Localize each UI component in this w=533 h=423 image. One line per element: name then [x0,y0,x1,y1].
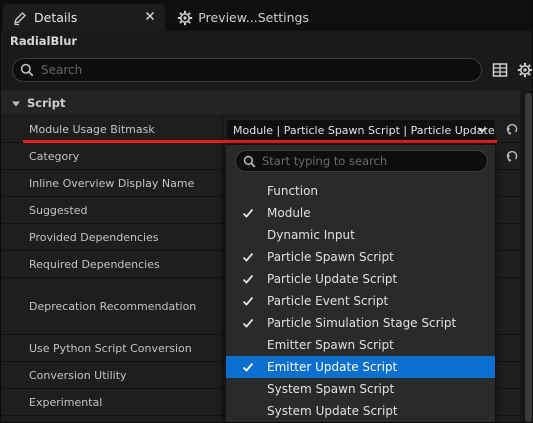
column-divider[interactable] [222,278,223,334]
column-divider[interactable] [222,224,223,250]
dropdown-item-particle-update-script[interactable]: Particle Update Script [226,268,495,290]
property-name: Inline Overview Display Name [29,176,195,190]
search-icon [19,62,35,78]
dropdown-search-input[interactable] [262,154,482,168]
chevron-down-icon [477,125,487,135]
tab-details[interactable]: Details [3,4,165,31]
tab-label: Preview...Settings [198,10,309,25]
property-name: Provided Dependencies [29,230,159,244]
dropdown-item-function[interactable]: Function [226,180,495,202]
checkmark-icon [242,207,254,219]
dropdown-item-label: System Update Script [267,404,398,418]
dropdown-item-label: System Spawn Script [267,382,395,396]
dropdown-item-particle-spawn-script[interactable]: Particle Spawn Script [226,246,495,268]
search-icon [242,154,256,168]
tab-preview-settings[interactable]: Preview...Settings [169,4,309,31]
column-divider[interactable] [222,416,223,422]
annotation-underline [23,140,497,143]
column-divider[interactable] [222,362,223,388]
dropdown-item-system-update-script[interactable]: System Update Script [226,400,495,422]
column-divider[interactable] [222,197,223,223]
checkmark-icon [242,361,254,373]
property-name: Deprecation Recommendation [29,299,197,313]
search-input[interactable] [41,63,441,77]
property-name: Suggested [29,203,88,217]
dropdown-item-label: Emitter Update Script [267,360,398,374]
column-divider[interactable] [222,335,223,361]
dropdown-item-emitter-spawn-script[interactable]: Emitter Spawn Script [226,334,495,356]
property-row-module-usage-bitmask: Module Usage Bitmask Module | Particle S… [1,116,520,143]
column-divider[interactable] [222,251,223,277]
property-name: Category [29,149,80,163]
settings-gear-icon[interactable] [516,62,532,78]
checkmark-icon [242,251,254,263]
dropdown-item-label: Particle Spawn Script [267,250,394,264]
column-divider[interactable] [222,389,223,415]
scrollbar-thumb[interactable] [525,93,532,422]
gear-icon [177,9,193,27]
dropdown-item-label: Particle Update Script [267,272,398,286]
collapse-arrow-icon [11,98,21,108]
dropdown-item-emitter-update-script[interactable]: Emitter Update Script [226,356,495,378]
dropdown-item-particle-event-script[interactable]: Particle Event Script [226,290,495,312]
property-name: Use Python Script Conversion [29,341,192,355]
category-label: Script [27,96,66,110]
tab-bar: Details Preview...Settings [1,1,532,31]
checkmark-icon [242,273,254,285]
close-icon[interactable] [143,9,157,23]
column-divider[interactable] [222,143,223,169]
object-name: RadialBlur [10,34,78,48]
checkmark-icon [242,295,254,307]
column-divider[interactable] [222,170,223,196]
dropdown-item-dynamic-input[interactable]: Dynamic Input [226,224,495,246]
dropdown-item-label: Function [267,184,319,198]
dropdown-item-label: Dynamic Input [267,228,355,242]
search-box[interactable] [12,58,482,82]
scrollbar[interactable] [523,91,532,422]
dropdown-item-label: Emitter Spawn Script [267,338,394,352]
combo-value: Module | Particle Spawn Script | Particl… [233,123,495,137]
dropdown-item-label: Module [267,206,311,220]
dropdown-item-particle-simulation-stage-script[interactable]: Particle Simulation Stage Script [226,312,495,334]
dropdown-item-label: Particle Event Script [267,294,389,308]
dropdown-item-label: Particle Simulation Stage Script [267,316,457,330]
module-usage-bitmask-combo[interactable]: Module | Particle Spawn Script | Particl… [227,120,495,140]
dropdown-item-system-spawn-script[interactable]: System Spawn Script [226,378,495,400]
property-name: Module Usage Bitmask [29,122,155,136]
pencil-icon [11,9,29,27]
category-header-script[interactable]: Script [1,91,520,115]
dropdown-search-box[interactable] [235,150,488,172]
checkmark-icon [242,317,254,329]
tab-label: Details [34,10,78,25]
property-name: Required Dependencies [29,257,160,271]
table-view-icon[interactable] [492,62,508,78]
details-panel: Details Preview...Settings RadialBlur Sc… [0,0,533,423]
reset-to-default-icon[interactable] [504,149,518,163]
column-divider[interactable] [222,116,223,142]
reset-to-default-icon[interactable] [504,122,518,136]
property-name: Experimental [29,395,103,409]
bitmask-dropdown-menu: Function Module Dynamic Input Particle Spaw… [225,144,496,422]
property-name: Conversion Utility [29,368,127,382]
dropdown-item-module[interactable]: Module [226,202,495,224]
